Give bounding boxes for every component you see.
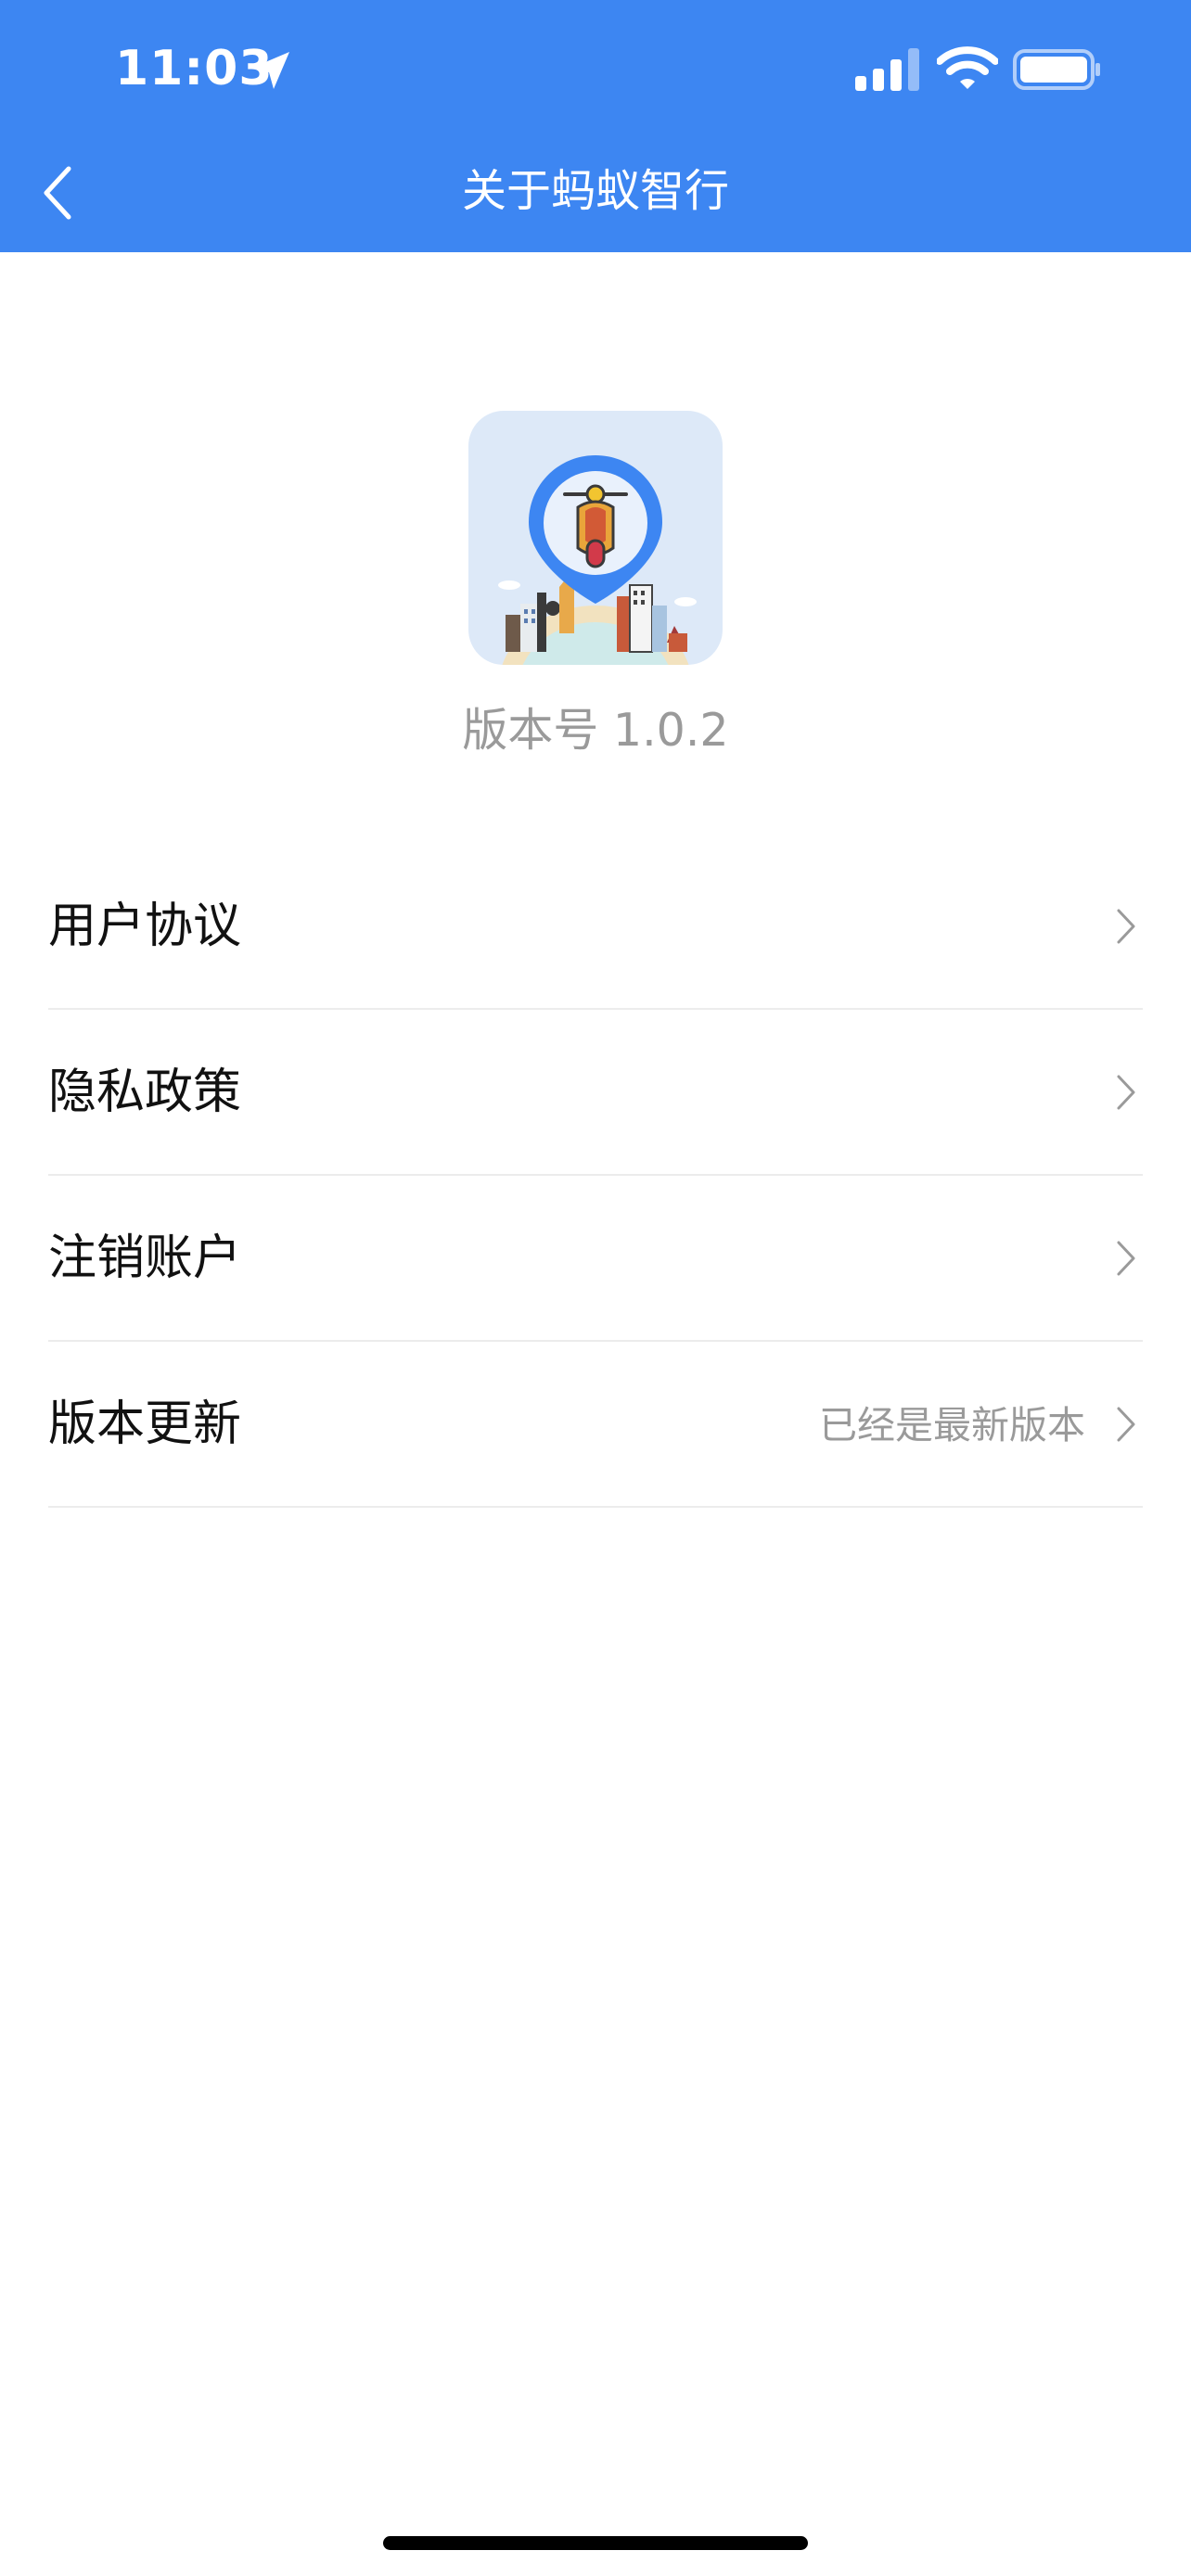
chevron-right-icon [1117, 1075, 1135, 1110]
menu-item-label: 隐私政策 [48, 1065, 242, 1120]
location-arrow-icon [252, 52, 289, 89]
header-bar: 11:03 关于蚂蚁智行 [0, 0, 1191, 252]
signal-strength-icon [855, 48, 919, 91]
update-status-text: 已经是最新版本 [819, 1403, 1085, 1447]
chevron-right-icon [1117, 909, 1135, 944]
menu-item-label: 注销账户 [48, 1231, 242, 1286]
menu-item-delete-account[interactable]: 注销账户 [48, 1176, 1143, 1342]
wifi-icon [937, 46, 998, 89]
page-title: 关于蚂蚁智行 [461, 165, 729, 217]
chevron-right-icon [1117, 1241, 1135, 1276]
chevron-right-icon [1117, 1407, 1135, 1442]
app-logo [468, 411, 723, 665]
scooter-pin-logo-icon [468, 411, 723, 665]
menu-item-version-update[interactable]: 版本更新 已经是最新版本 [48, 1342, 1143, 1508]
battery-icon [1013, 49, 1100, 90]
version-label: 版本号 1.0.2 [462, 704, 729, 757]
menu-item-privacy-policy[interactable]: 隐私政策 [48, 1010, 1143, 1176]
menu-item-label: 用户协议 [48, 899, 242, 954]
settings-list: 用户协议 隐私政策 注销账户 版本更新 已经是最新版本 [48, 844, 1143, 1508]
menu-item-user-agreement[interactable]: 用户协议 [48, 844, 1143, 1010]
home-indicator [383, 2536, 808, 2550]
menu-item-label: 版本更新 [48, 1396, 242, 1452]
